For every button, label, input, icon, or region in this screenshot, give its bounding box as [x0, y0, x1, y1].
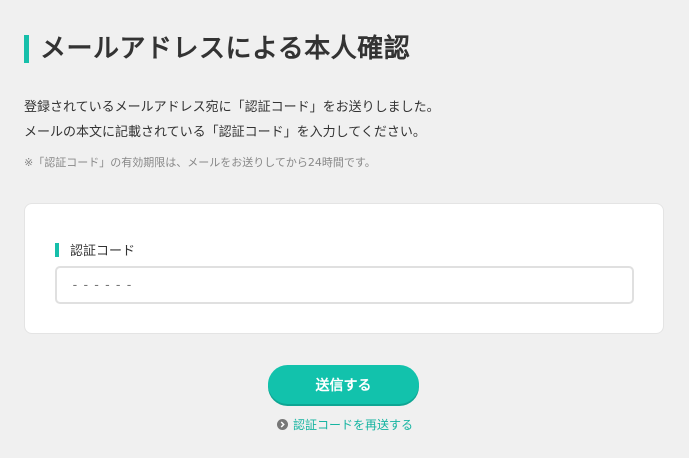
page-title-row: メールアドレスによる本人確認	[24, 33, 410, 65]
verification-page: メールアドレスによる本人確認 登録されているメールアドレス宛に「認証コード」をお…	[0, 0, 689, 458]
description-line-2: メールの本文に記載されている「認証コード」を入力してください。	[24, 125, 426, 140]
page-title: メールアドレスによる本人確認	[40, 34, 411, 64]
title-accent-bar	[24, 35, 29, 63]
resend-code-label: 認証コードを再送する	[293, 418, 414, 432]
submit-button[interactable]: 送信する	[268, 365, 419, 404]
description-line-1: 登録されているメールアドレス宛に「認証コード」をお送りしました。	[24, 100, 440, 115]
chevron-right-circle-icon	[277, 419, 288, 430]
expiry-note: ※「認証コード」の有効期限は、メールをお送りしてから24時間です。	[24, 156, 376, 169]
label-accent-bar	[55, 242, 59, 257]
verification-code-input[interactable]	[55, 266, 634, 304]
code-form-card: 認証コード	[24, 203, 664, 334]
resend-code-link[interactable]: 認証コードを再送する	[277, 416, 413, 433]
code-field-label: 認証コード	[70, 244, 136, 259]
code-label-row: 認証コード	[55, 240, 135, 259]
